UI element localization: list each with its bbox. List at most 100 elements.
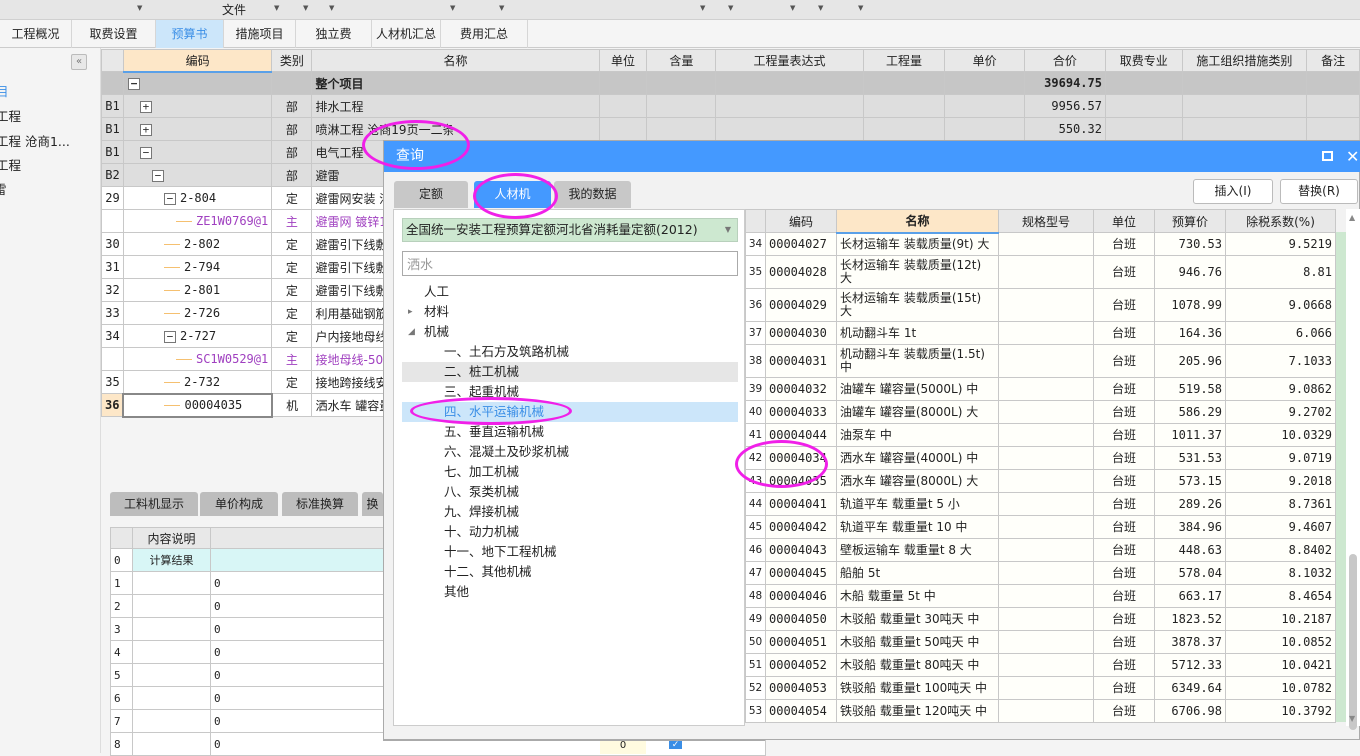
code-cell[interactable]: 00004041 [765,492,837,516]
column-header[interactable]: 备注 [1306,49,1360,72]
column-header[interactable]: 单价 [944,49,1025,72]
detail-tab-2[interactable]: 标准换算 [282,492,358,516]
empty-cell[interactable] [598,94,648,118]
code-cell[interactable]: 2-802 [122,232,273,256]
name-cell[interactable]: 长材运输车 装载质量(12t) 大 [836,255,999,289]
empty-cell[interactable] [598,71,648,95]
empty-cell[interactable] [862,94,946,118]
empty-cell[interactable] [944,117,1025,141]
name-cell[interactable]: 壁板运输车 载重量t 8 大 [836,538,999,562]
column-header[interactable]: 单位 [598,49,648,72]
spec-cell[interactable] [998,469,1094,493]
spec-cell[interactable] [998,699,1094,723]
tree-item[interactable]: ▸ 材料 [402,302,738,322]
column-header[interactable]: 工程量表达式 [715,49,864,72]
column-header[interactable]: 施工组织措施类别 [1181,49,1308,72]
detail-tab-3[interactable]: 换 [362,492,383,516]
grid-scrollbar[interactable]: ▲ ▼ [1346,209,1360,730]
empty-cell[interactable] [944,94,1025,118]
code-cell[interactable]: 00004045 [765,561,837,585]
spec-cell[interactable] [998,492,1094,516]
expand-icon[interactable]: + [139,123,152,136]
tree-item[interactable]: 九、焊接机械 [402,502,738,522]
column-header[interactable]: 名称 [311,49,600,72]
unit-cell[interactable]: 台班 [1093,515,1155,539]
grid-row[interactable]: 42 00004034 洒水车 罐容量(4000L) 中 台班 531.53 9.0719 [745,446,1336,470]
empty-cell[interactable] [598,117,648,141]
empty-cell[interactable] [715,71,864,95]
name-cell[interactable]: 铁驳船 载重量t 120吨天 中 [836,699,999,723]
spec-cell[interactable] [998,423,1094,447]
empty-cell[interactable] [862,117,946,141]
tree-item[interactable]: 四、水平运输机械 [402,402,738,422]
code-cell[interactable]: 00004030 [765,321,837,345]
tree-item[interactable]: 五、垂直运输机械 [402,422,738,442]
code-cell[interactable]: 00004029 [765,288,837,322]
code-cell[interactable]: − [122,140,273,164]
dialog-tab-1[interactable]: 人材机 [474,181,551,208]
tax-rate-cell[interactable]: 8.1032 [1225,561,1336,585]
desc-cell[interactable] [132,663,211,687]
price-cell[interactable]: 384.96 [1154,515,1226,539]
code-cell[interactable]: 00004053 [765,676,837,700]
grid-row[interactable]: 40 00004033 油罐车 罐容量(8000L) 大 台班 586.29 9.2702 [745,400,1336,424]
price-cell[interactable]: 730.53 [1154,232,1226,256]
code-cell[interactable]: 2-801 [122,278,273,302]
spec-cell[interactable] [998,288,1094,322]
dropdown-arrow-icon[interactable]: ▼ [137,4,142,12]
tax-rate-cell[interactable]: 9.4607 [1225,515,1336,539]
code-cell[interactable]: + [122,94,273,118]
tax-rate-cell[interactable]: 10.0852 [1225,630,1336,654]
tax-rate-cell[interactable]: 8.8402 [1225,538,1336,562]
price-cell[interactable]: 578.04 [1154,561,1226,585]
empty-cell[interactable] [1104,117,1183,141]
grid-row[interactable]: 49 00004050 木驳船 载重量t 30吨天 中 台班 1823.52 10.218… [745,607,1336,631]
dialog-title-bar[interactable]: 查询 ✕ [384,141,1360,172]
name-cell[interactable]: 轨道平车 载重量t 5 小 [836,492,999,516]
price-cell[interactable]: 573.15 [1154,469,1226,493]
scrollbar-thumb[interactable] [1349,554,1357,730]
code-cell[interactable]: 00004046 [765,584,837,608]
grid-row[interactable]: 47 00004045 船舶 5t 台班 578.04 8.1032 [745,561,1336,585]
price-cell[interactable]: 946.76 [1154,255,1226,289]
price-cell[interactable]: 5712.33 [1154,653,1226,677]
tree-item[interactable]: 十一、地下工程机械 [402,542,738,562]
spec-cell[interactable] [998,344,1094,378]
spec-cell[interactable] [998,538,1094,562]
unit-cell[interactable]: 台班 [1093,423,1155,447]
code-cell[interactable]: 00004042 [765,515,837,539]
desc-cell[interactable] [132,594,211,618]
price-cell[interactable]: 6706.98 [1154,699,1226,723]
code-cell[interactable]: 00004044 [765,423,837,447]
price-cell[interactable]: 289.26 [1154,492,1226,516]
unit-cell[interactable]: 台班 [1093,446,1155,470]
tax-rate-cell[interactable]: 10.0782 [1225,676,1336,700]
name-cell[interactable]: 木驳船 载重量t 80吨天 中 [836,653,999,677]
dropdown-arrow-icon[interactable]: ▼ [818,4,823,12]
grid-row[interactable]: 46 00004043 壁板运输车 载重量t 8 大 台班 448.63 8.8402 [745,538,1336,562]
unit-cell[interactable]: 台班 [1093,653,1155,677]
spec-cell[interactable] [998,561,1094,585]
detail-tab-1[interactable]: 单价构成 [200,492,278,516]
replace-button[interactable]: 替换(R) [1280,179,1358,204]
column-header[interactable]: 含量 [646,49,717,72]
code-cell[interactable]: 00004035 [122,392,273,418]
tab-6[interactable]: 费用汇总 [441,20,528,48]
table-row[interactable]: B1 + 部喷淋工程 沧商19页一二条 550.32 [101,117,1360,141]
column-header[interactable] [101,49,124,72]
unit-cell[interactable]: 台班 [1093,584,1155,608]
tax-rate-cell[interactable]: 8.7361 [1225,492,1336,516]
tax-rate-cell[interactable]: 8.4654 [1225,584,1336,608]
dropdown-arrow-icon[interactable]: ▼ [700,4,705,12]
tab-1[interactable]: 取费设置 [72,20,156,48]
code-cell[interactable]: 00004033 [765,400,837,424]
grid-row[interactable]: 41 00004044 油泵车 中 台班 1011.37 10.0329 [745,423,1336,447]
spec-cell[interactable] [998,400,1094,424]
code-cell[interactable]: 00004032 [765,377,837,401]
tax-rate-cell[interactable]: 7.1033 [1225,344,1336,378]
grid-row[interactable]: 39 00004032 油罐车 罐容量(5000L) 中 台班 519.58 9.0862 [745,377,1336,401]
column-header[interactable]: 规格型号 [998,209,1094,233]
tab-5[interactable]: 人材机汇总 [372,20,441,48]
sidebar-item[interactable]: 工程 [0,155,21,174]
name-cell[interactable]: 木驳船 载重量t 50吨天 中 [836,630,999,654]
